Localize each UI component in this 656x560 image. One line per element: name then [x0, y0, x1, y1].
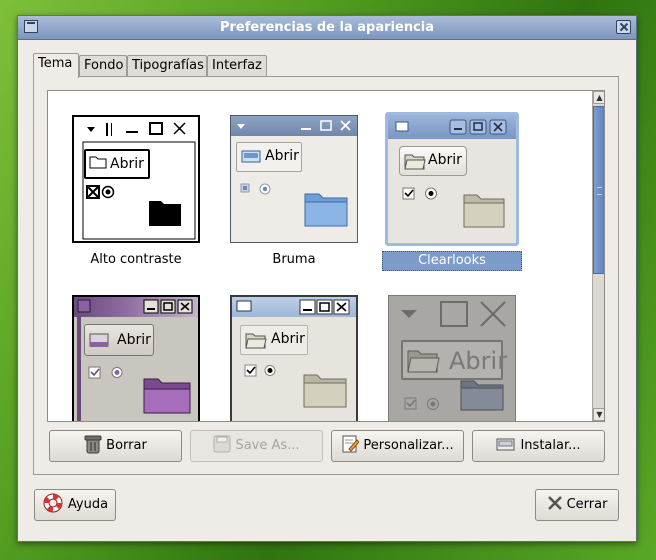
window-controls-icon	[236, 299, 350, 315]
open-folder-icon	[407, 350, 440, 373]
customize-button[interactable]: Personalizar...	[331, 430, 464, 462]
tab-interfaz[interactable]: Interfaz	[207, 55, 267, 76]
folder-icon	[304, 193, 348, 227]
close-label: Cerrar	[566, 497, 608, 512]
theme-thumb-large-print[interactable]: Abrir	[388, 295, 516, 421]
theme-thumb-bruma[interactable]: Abrir	[230, 115, 358, 243]
drive-icon	[241, 150, 261, 163]
theme-thumb-alto-contraste[interactable]: Abrir	[72, 115, 200, 243]
theme-thumb-clearlooks[interactable]: Abrir	[385, 112, 519, 246]
drive-icon	[89, 333, 109, 347]
open-folder-icon	[245, 333, 267, 349]
title-bar[interactable]: Preferencias de la apariencia	[18, 16, 636, 40]
window-controls-icon	[77, 299, 193, 314]
delete-label: Borrar	[106, 438, 147, 453]
folder-icon	[143, 378, 191, 414]
vertical-scrollbar[interactable]: ▲ ▼	[592, 91, 604, 421]
edit-document-icon	[342, 435, 360, 453]
help-lifebuoy-icon	[43, 493, 63, 513]
window-title: Preferencias de la apariencia	[219, 20, 435, 35]
folder-icon	[149, 201, 181, 226]
tab-tipografias[interactable]: Tipografías	[127, 55, 207, 76]
customize-label: Personalizar...	[363, 438, 454, 453]
install-icon	[496, 438, 515, 451]
help-button[interactable]: Ayuda	[34, 489, 116, 521]
save-as-label: Save As...	[235, 438, 300, 453]
checkbox-radio-icon	[402, 187, 437, 200]
theme-thumb-gray[interactable]: Abrir	[230, 295, 358, 421]
trash-icon	[84, 435, 102, 454]
window-controls-icon	[395, 119, 507, 135]
folder-icon	[463, 194, 505, 228]
theme-list[interactable]: Abrir Alto contraste Abrir Bruma Abrir C…	[47, 90, 605, 422]
appearance-preferences-window: Preferencias de la apariencia Tema Fondo…	[17, 15, 637, 542]
checkbox-radio-icon	[404, 397, 439, 410]
close-icon[interactable]	[616, 20, 631, 34]
help-label: Ayuda	[67, 497, 109, 512]
checkbox-radio-icon	[240, 183, 271, 195]
install-label: Instalar...	[520, 438, 581, 453]
open-folder-icon	[404, 154, 426, 170]
theme-name: Bruma	[272, 252, 316, 267]
scrollbar-thumb[interactable]	[593, 106, 604, 274]
window-controls-icon	[237, 120, 351, 131]
open-folder-icon	[89, 156, 107, 169]
checkbox-radio-icon	[88, 366, 123, 379]
theme-name: Alto contraste	[90, 252, 182, 267]
tab-panel-tema: Abrir Alto contraste Abrir Bruma Abrir C…	[33, 76, 619, 475]
tab-fondo[interactable]: Fondo	[79, 55, 127, 76]
window-controls-icon	[401, 301, 506, 327]
preview-border	[77, 317, 81, 421]
scroll-down-icon[interactable]: ▼	[593, 408, 604, 421]
save-as-button[interactable]: Save As...	[190, 430, 323, 462]
tab-tema[interactable]: Tema	[33, 53, 79, 78]
scroll-up-icon[interactable]: ▲	[593, 91, 604, 104]
theme-thumb-purple[interactable]: Abrir	[72, 295, 200, 421]
checkbox-radio-icon	[244, 364, 276, 377]
theme-name-selected: Clearlooks	[382, 251, 522, 271]
delete-button[interactable]: Borrar	[49, 430, 182, 462]
save-icon	[213, 435, 231, 453]
install-button[interactable]: Instalar...	[472, 430, 605, 462]
folder-icon	[303, 374, 347, 408]
close-x-icon	[547, 496, 562, 510]
grip-icon	[597, 187, 602, 195]
close-button[interactable]: Cerrar	[535, 489, 619, 521]
checkbox-radio-icon	[86, 185, 115, 199]
folder-icon	[460, 380, 504, 411]
